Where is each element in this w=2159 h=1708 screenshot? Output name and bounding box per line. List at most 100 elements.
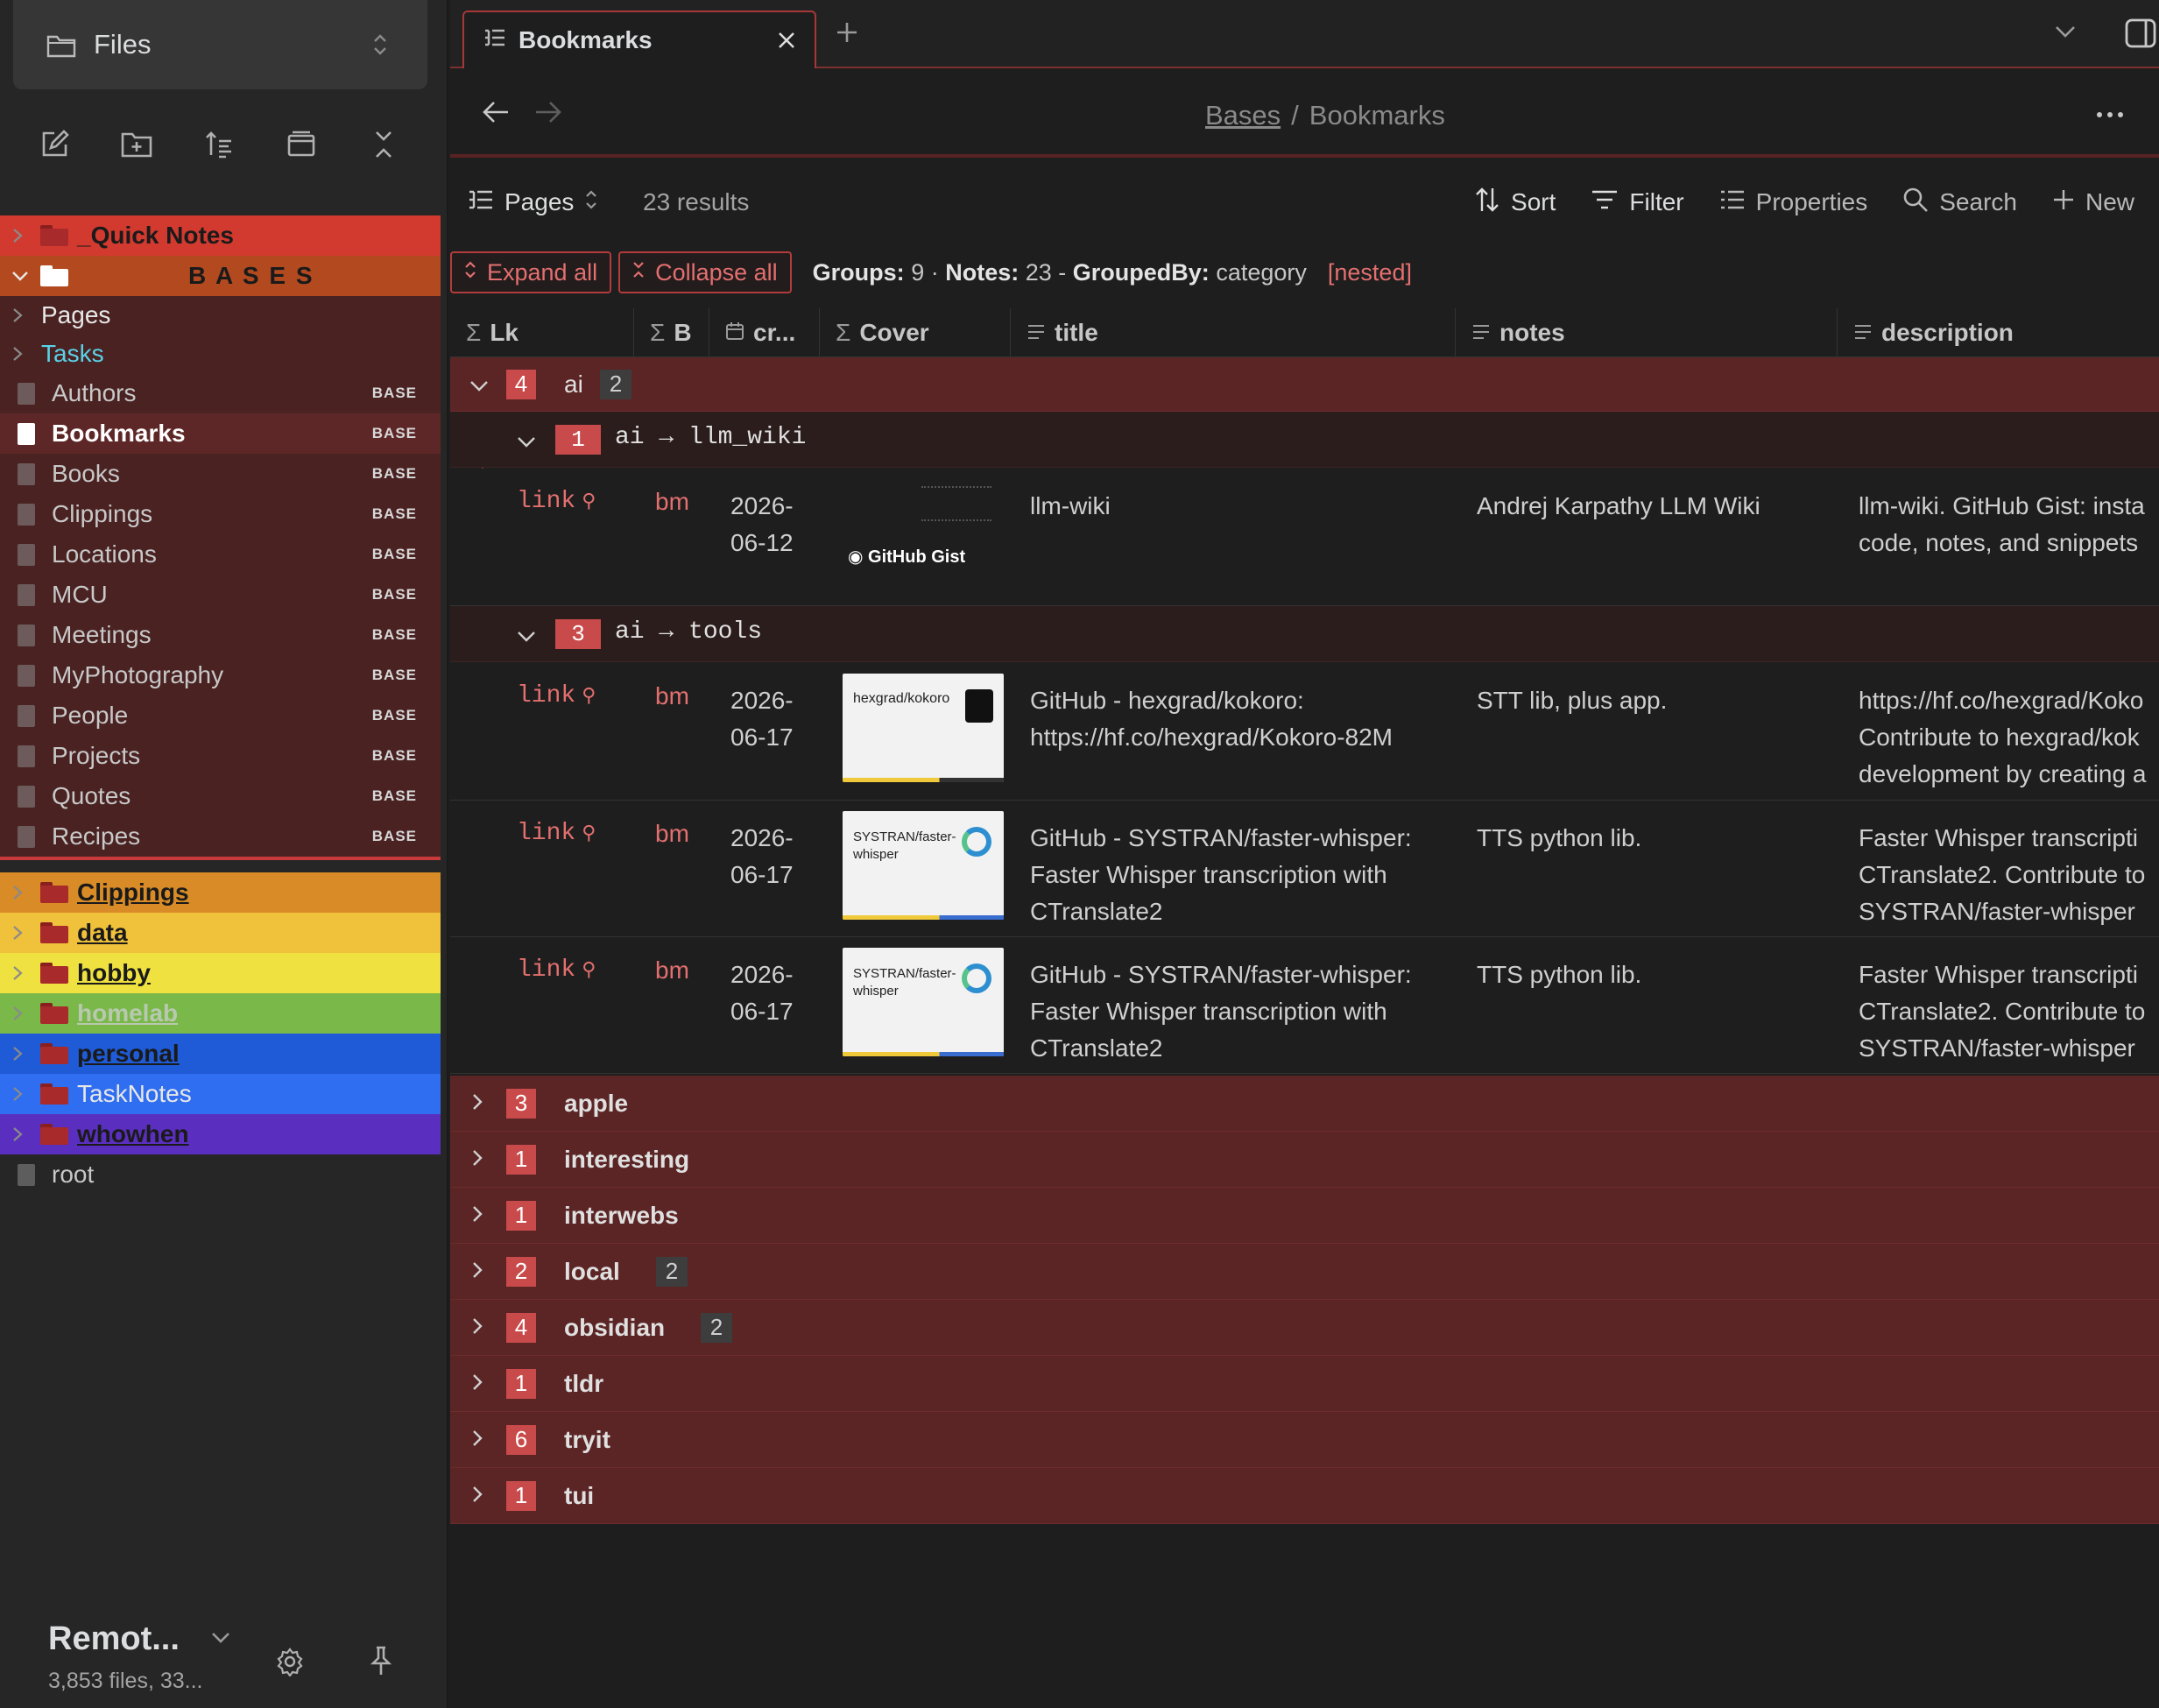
file-item[interactable]: Meetings BASE — [0, 615, 441, 655]
chevron-right-icon[interactable] — [471, 1146, 483, 1174]
chevron-down-icon[interactable] — [517, 429, 536, 456]
chevron-right-icon[interactable] — [11, 296, 29, 335]
title-cell[interactable]: llm-wiki — [1030, 488, 1442, 525]
chevron-right-icon[interactable] — [11, 872, 29, 913]
chevron-down-icon[interactable] — [2054, 25, 2077, 43]
arrow-right-icon[interactable] — [534, 100, 562, 129]
table-row[interactable]: link ⚲ bm 2026- 06-17 SYSTRAN/faster-whis… — [450, 937, 2159, 1074]
chevron-down-icon[interactable] — [210, 1631, 231, 1649]
table-row[interactable]: link ⚲ bm 2026- 06-17 hexgrad/kokoro GitH… — [450, 663, 2159, 801]
chevron-down-icon[interactable] — [11, 256, 29, 296]
chevron-right-icon[interactable] — [471, 1370, 483, 1398]
column-header-notes[interactable]: notes — [1456, 308, 1838, 357]
tab-bookmarks[interactable]: Bookmarks — [462, 11, 816, 68]
search-button[interactable]: Search — [1902, 187, 2017, 219]
chevron-right-icon[interactable] — [471, 1426, 483, 1454]
chevron-down-icon[interactable] — [469, 371, 489, 399]
group-row[interactable]: 2 local 2 — [450, 1244, 2159, 1300]
table-row[interactable]: link ⚲ bm 2026- 06-17 SYSTRAN/faster-whis… — [450, 801, 2159, 937]
file-item[interactable]: Quotes BASE — [0, 776, 441, 816]
auto-reveal-icon[interactable] — [282, 125, 321, 164]
new-button[interactable]: New — [2052, 188, 2134, 217]
title-cell[interactable]: GitHub - hexgrad/kokoro: https://hf.co/he… — [1030, 682, 1442, 756]
folder-item[interactable]: homelab — [0, 993, 441, 1034]
folder-item[interactable]: Clippings — [0, 872, 441, 913]
column-header-cover[interactable]: Σ Cover — [820, 308, 1011, 357]
collapse-all-button[interactable]: Collapse all — [618, 251, 792, 293]
sort-button[interactable]: Sort — [1474, 187, 1556, 219]
arrow-left-icon[interactable] — [482, 100, 510, 129]
column-header-title[interactable]: title — [1011, 308, 1456, 357]
title-cell[interactable]: GitHub - SYSTRAN/faster-whisper: Faster W… — [1030, 820, 1442, 930]
link-cell[interactable]: link ⚲ — [517, 682, 596, 709]
chevron-down-icon[interactable] — [517, 624, 536, 651]
group-row[interactable]: 1 tldr — [450, 1356, 2159, 1412]
column-header-b[interactable]: Σ B — [634, 308, 709, 357]
group-row[interactable]: 1 interwebs — [450, 1188, 2159, 1244]
subgroup-row-tools[interactable]: 3 ai → tools — [450, 606, 2159, 662]
file-item[interactable]: Recipes BASE — [0, 816, 441, 857]
pin-icon[interactable] — [368, 1645, 394, 1681]
sidebar-toggle-icon[interactable] — [2124, 18, 2159, 53]
link-cell[interactable]: link ⚲ — [517, 820, 596, 847]
view-switcher[interactable]: Files — [13, 0, 427, 89]
file-item[interactable]: Locations BASE — [0, 534, 441, 575]
file-item[interactable]: Bookmarks BASE — [0, 413, 441, 454]
column-header-lk[interactable]: Σ Lk — [450, 308, 634, 357]
folder-item[interactable]: _Quick Notes — [0, 215, 441, 256]
group-row-ai[interactable]: 4 ai 2 — [450, 357, 2159, 412]
file-item[interactable]: root — [0, 1154, 441, 1195]
group-row[interactable]: 1 tui — [450, 1468, 2159, 1524]
group-row[interactable]: 6 tryit — [450, 1412, 2159, 1468]
properties-button[interactable]: Properties — [1719, 188, 1867, 217]
file-item[interactable]: MCU BASE — [0, 575, 441, 615]
file-item[interactable]: Authors BASE — [0, 373, 441, 413]
chevron-right-icon[interactable] — [11, 335, 29, 373]
chevron-right-icon[interactable] — [11, 1114, 29, 1154]
chevron-right-icon[interactable] — [471, 1258, 483, 1286]
close-icon[interactable] — [776, 30, 797, 55]
chevron-right-icon[interactable] — [11, 1034, 29, 1074]
group-row[interactable]: 3 apple — [450, 1076, 2159, 1132]
breadcrumb-parent[interactable]: Bases — [1205, 100, 1281, 131]
column-header-created[interactable]: cr... — [709, 308, 820, 357]
link-cell[interactable]: link ⚲ — [517, 956, 596, 984]
sort-order-icon[interactable] — [200, 125, 238, 164]
new-folder-icon[interactable] — [117, 125, 156, 164]
file-item[interactable]: Clippings BASE — [0, 494, 441, 534]
chevron-right-icon[interactable] — [471, 1090, 483, 1118]
chevron-right-icon[interactable] — [471, 1482, 483, 1510]
new-tab-icon[interactable] — [836, 21, 858, 48]
chevron-right-icon[interactable] — [11, 953, 29, 993]
title-cell[interactable]: GitHub - SYSTRAN/faster-whisper: Faster W… — [1030, 956, 1442, 1067]
vault-name[interactable]: Remot... — [48, 1620, 180, 1658]
file-item[interactable]: People BASE — [0, 695, 441, 736]
folder-item[interactable]: hobby — [0, 953, 441, 993]
folder-item[interactable]: data — [0, 913, 441, 953]
column-header-description[interactable]: description — [1838, 308, 2159, 357]
folder-item[interactable]: Pages — [0, 296, 441, 335]
gear-icon[interactable] — [275, 1647, 305, 1681]
folder-item[interactable]: whowhen — [0, 1114, 441, 1154]
file-item[interactable]: MyPhotography BASE — [0, 655, 441, 695]
folder-item[interactable]: B A S E S — [0, 256, 441, 296]
chevron-right-icon[interactable] — [471, 1202, 483, 1230]
table-row[interactable]: link ⚲ bm 2026- 06-12 ◉ GitHub Gist llm-w… — [450, 469, 2159, 606]
breadcrumb-current[interactable]: Bookmarks — [1309, 100, 1445, 131]
more-options-icon[interactable] — [2096, 107, 2124, 123]
group-row[interactable]: 1 interesting — [450, 1132, 2159, 1188]
filter-button[interactable]: Filter — [1591, 188, 1684, 217]
chevron-right-icon[interactable] — [471, 1314, 483, 1342]
chevron-right-icon[interactable] — [11, 913, 29, 953]
subgroup-row-llm-wiki[interactable]: 1 ai → llm_wiki — [450, 412, 2159, 468]
folder-item[interactable]: personal — [0, 1034, 441, 1074]
expand-all-button[interactable]: Expand all — [450, 251, 612, 293]
file-item[interactable]: Books BASE — [0, 454, 441, 494]
chevron-right-icon[interactable] — [11, 215, 29, 256]
link-cell[interactable]: link ⚲ — [517, 488, 596, 515]
folder-item[interactable]: Tasks — [0, 335, 441, 373]
group-row[interactable]: 4 obsidian 2 — [450, 1300, 2159, 1356]
collapse-all-icon[interactable] — [364, 125, 403, 164]
new-note-icon[interactable] — [35, 125, 74, 164]
chevron-right-icon[interactable] — [11, 993, 29, 1034]
